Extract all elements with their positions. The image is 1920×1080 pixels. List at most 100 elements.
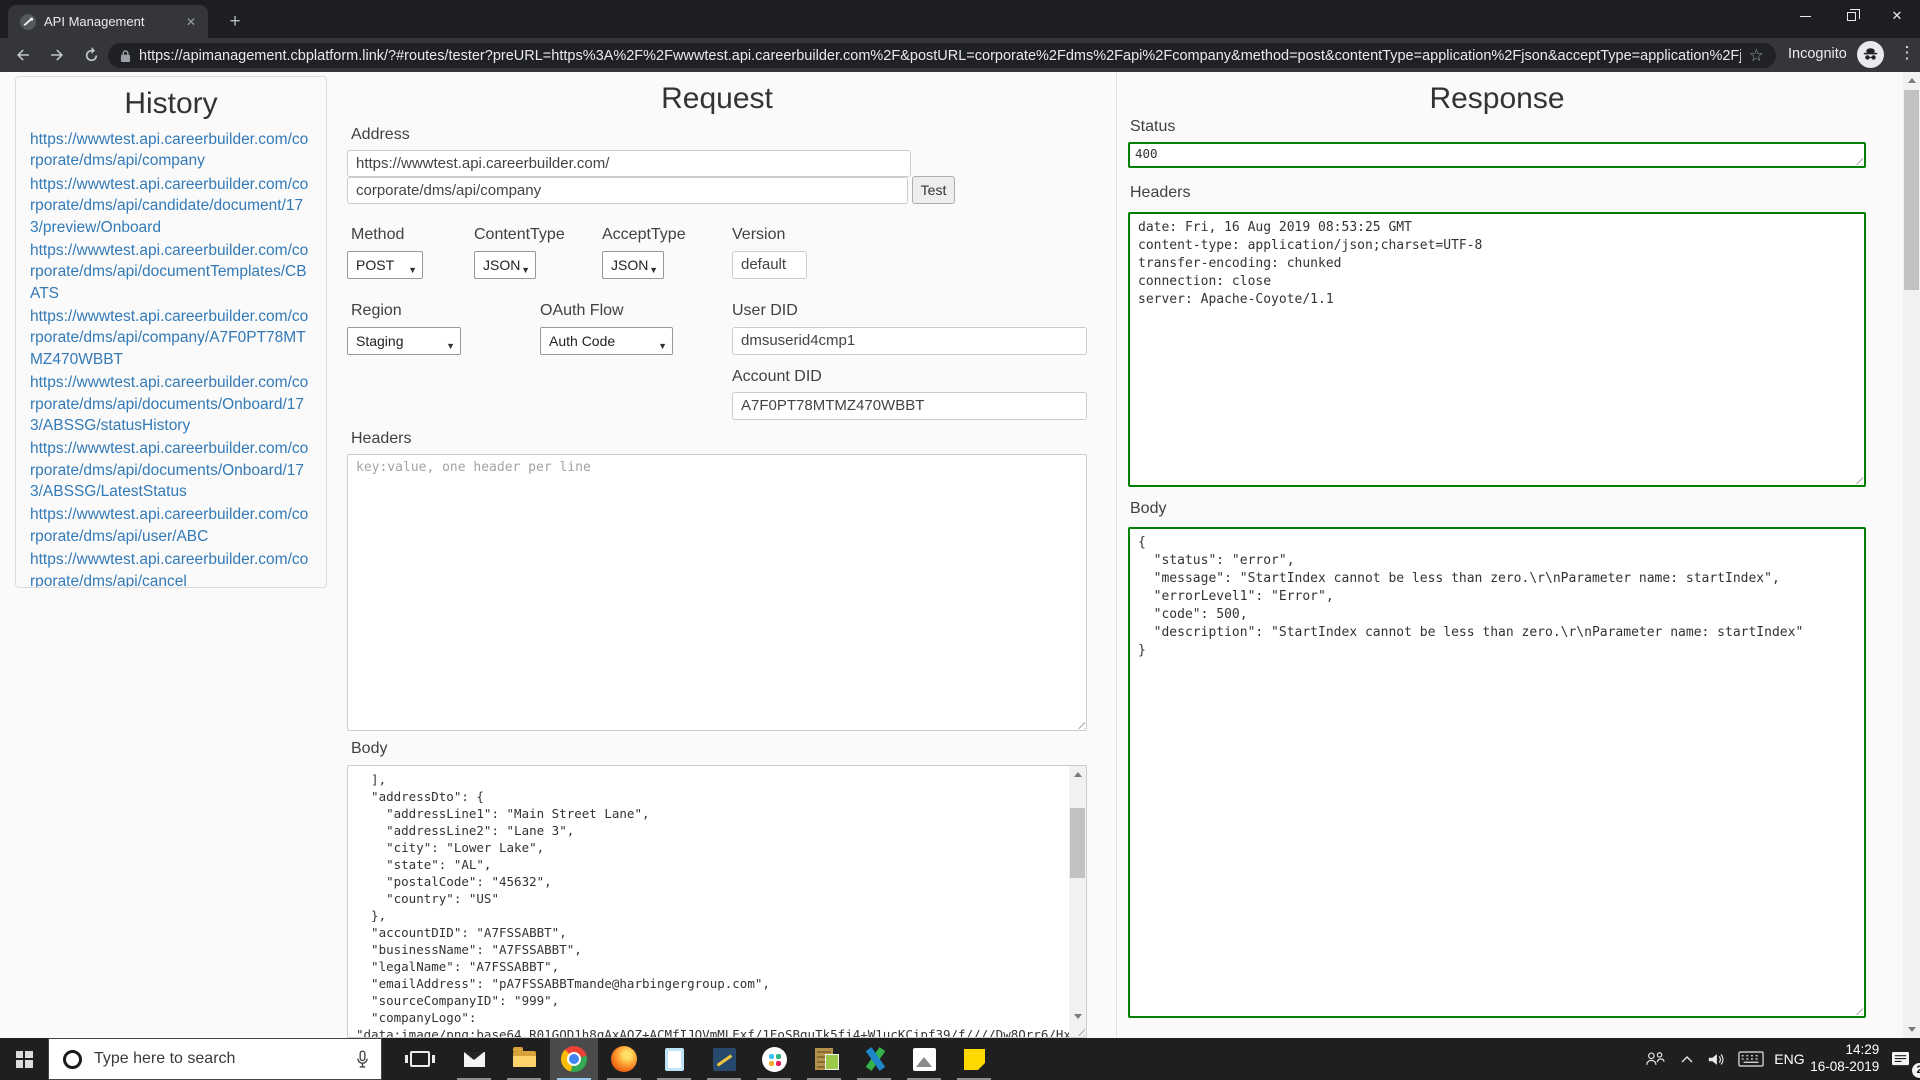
history-list: https://wwwtest.api.careerbuilder.com/co… <box>30 129 312 587</box>
scroll-down-button[interactable] <box>1069 1008 1086 1025</box>
request-body-textarea[interactable]: ], "addressDto": { "addressLine1": "Main… <box>347 765 1087 1038</box>
language-indicator[interactable]: ENG <box>1771 1038 1807 1080</box>
response-status-field[interactable]: 400 <box>1128 142 1866 168</box>
taskbar: Type here to search ENG 14:29 16-08-2019… <box>0 1038 1920 1080</box>
resize-grip-icon[interactable] <box>1852 1004 1863 1015</box>
tray-overflow-button[interactable] <box>1672 1038 1701 1080</box>
task-view-button[interactable] <box>396 1038 444 1080</box>
taskbar-app-slack[interactable] <box>750 1038 798 1080</box>
response-title: Response <box>1429 82 1565 115</box>
page-scrollbar[interactable] <box>1903 72 1920 1038</box>
method-label: Method <box>351 226 405 243</box>
oauth-flow-select[interactable]: Auth Code ▼ <box>540 327 673 355</box>
touch-keyboard-button[interactable] <box>1731 1038 1771 1080</box>
clock-date: 16-08-2019 <box>1810 1059 1880 1074</box>
chevron-down-icon: ▼ <box>521 265 530 275</box>
taskbar-app-chrome[interactable] <box>550 1038 598 1080</box>
address-path-input[interactable]: corporate/dms/api/company <box>347 177 908 204</box>
erp-building-icon <box>815 1048 839 1070</box>
action-center-button[interactable]: 2 <box>1882 1038 1920 1080</box>
account-did-label: Account DID <box>732 368 822 385</box>
response-headers-label: Headers <box>1130 184 1191 201</box>
taskbar-app-mail[interactable] <box>450 1038 498 1080</box>
request-headers-textarea[interactable]: key:value, one header per line <box>347 454 1087 731</box>
refresh-button[interactable] <box>76 41 106 69</box>
people-button[interactable] <box>1638 1038 1672 1080</box>
taskbar-app-photos[interactable] <box>900 1038 948 1080</box>
user-did-input[interactable]: dmsuserid4cmp1 <box>732 327 1087 355</box>
sticky-notes-icon <box>963 1048 985 1070</box>
notepad-icon <box>664 1047 684 1071</box>
history-link[interactable]: https://wwwtest.api.careerbuilder.com/co… <box>30 372 312 436</box>
resize-grip-icon[interactable] <box>1074 718 1085 729</box>
start-button[interactable] <box>0 1038 48 1080</box>
taskbar-app-erp[interactable] <box>800 1038 848 1080</box>
back-icon <box>17 49 29 61</box>
restore-icon <box>1846 8 1860 21</box>
taskbar-search-box[interactable]: Type here to search <box>48 1038 382 1080</box>
method-select[interactable]: POST ▼ <box>347 251 423 279</box>
response-headers-field[interactable]: date: Fri, 16 Aug 2019 08:53:25 GMT cont… <box>1128 212 1866 487</box>
content-type-select[interactable]: JSON ▼ <box>474 251 536 279</box>
microphone-icon[interactable] <box>356 1049 369 1069</box>
window-close-button[interactable]: ✕ <box>1874 0 1920 32</box>
address-label: Address <box>351 126 410 143</box>
request-body-scrollbar[interactable] <box>1069 766 1086 1037</box>
history-link[interactable]: https://wwwtest.api.careerbuilder.com/co… <box>30 438 312 502</box>
address-base-input[interactable]: https://wwwtest.api.careerbuilder.com/ <box>347 150 911 177</box>
accept-type-select[interactable]: JSON ▼ <box>602 251 664 279</box>
history-link[interactable]: https://wwwtest.api.careerbuilder.com/co… <box>30 240 312 304</box>
bookmark-star-icon[interactable]: ☆ <box>1749 46 1764 66</box>
browser-tab[interactable]: API Management ✕ <box>8 5 208 38</box>
taskbar-app-notepad[interactable] <box>650 1038 698 1080</box>
triangle-down-icon <box>1073 1014 1082 1019</box>
photos-icon <box>912 1047 936 1071</box>
response-body-content: { "status": "error", "message": "StartIn… <box>1138 535 1804 658</box>
chevron-up-icon <box>1681 1056 1693 1063</box>
response-status-value: 400 <box>1135 146 1158 161</box>
version-label: Version <box>732 226 786 243</box>
window-controls: ✕ <box>1782 0 1920 32</box>
refresh-icon <box>85 46 97 61</box>
resize-grip-icon[interactable] <box>1852 473 1863 484</box>
file-explorer-icon <box>512 1047 536 1067</box>
back-button[interactable] <box>8 41 38 69</box>
browser-menu-button[interactable]: ⋮ <box>1897 43 1917 63</box>
account-did-input[interactable]: A7F0PT78MTMZ470WBBT <box>732 392 1087 420</box>
taskbar-app-ssms[interactable] <box>700 1038 748 1080</box>
tab-close-icon[interactable]: ✕ <box>182 13 200 31</box>
history-link[interactable]: https://wwwtest.api.careerbuilder.com/co… <box>30 306 312 370</box>
chevron-down-icon: ▼ <box>446 341 455 351</box>
taskbar-app-file-explorer[interactable] <box>500 1038 548 1080</box>
region-select[interactable]: Staging ▼ <box>347 327 461 355</box>
page-scroll-down-button[interactable] <box>1903 1021 1920 1038</box>
window-restore-button[interactable] <box>1828 0 1874 32</box>
new-tab-button[interactable]: + <box>222 10 248 36</box>
history-link[interactable]: https://wwwtest.api.careerbuilder.com/co… <box>30 129 312 172</box>
minimize-icon <box>1799 15 1811 17</box>
volume-button[interactable] <box>1701 1038 1731 1080</box>
history-link[interactable]: https://wwwtest.api.careerbuilder.com/co… <box>30 174 312 238</box>
response-body-field[interactable]: { "status": "error", "message": "StartIn… <box>1128 527 1866 1018</box>
window-minimize-button[interactable] <box>1782 0 1828 32</box>
scroll-up-button[interactable] <box>1069 766 1086 783</box>
page-scroll-up-button[interactable] <box>1903 72 1920 89</box>
task-view-icon <box>405 1051 435 1067</box>
history-link[interactable]: https://wwwtest.api.careerbuilder.com/co… <box>30 504 312 547</box>
taskbar-app-firefox[interactable] <box>600 1038 648 1080</box>
user-did-label: User DID <box>732 302 798 319</box>
taskbar-app-vx[interactable] <box>850 1038 898 1080</box>
clock[interactable]: 14:29 16-08-2019 <box>1808 1038 1882 1080</box>
url-bar[interactable]: https://apimanagement.cbplatform.link/?#… <box>108 43 1776 68</box>
history-panel: History https://wwwtest.api.careerbuilde… <box>15 76 327 588</box>
version-input[interactable]: default <box>732 251 807 279</box>
chevron-down-icon: ▼ <box>649 265 658 275</box>
history-link[interactable]: https://wwwtest.api.careerbuilder.com/co… <box>30 549 312 587</box>
taskbar-app-sticky-notes[interactable] <box>950 1038 998 1080</box>
scrollbar-thumb[interactable] <box>1070 808 1085 878</box>
test-button[interactable]: Test <box>912 176 955 204</box>
page-scrollbar-thumb[interactable] <box>1904 90 1919 290</box>
forward-button[interactable] <box>42 41 72 69</box>
chevron-down-icon: ▼ <box>658 341 667 351</box>
history-title: History <box>124 87 218 120</box>
